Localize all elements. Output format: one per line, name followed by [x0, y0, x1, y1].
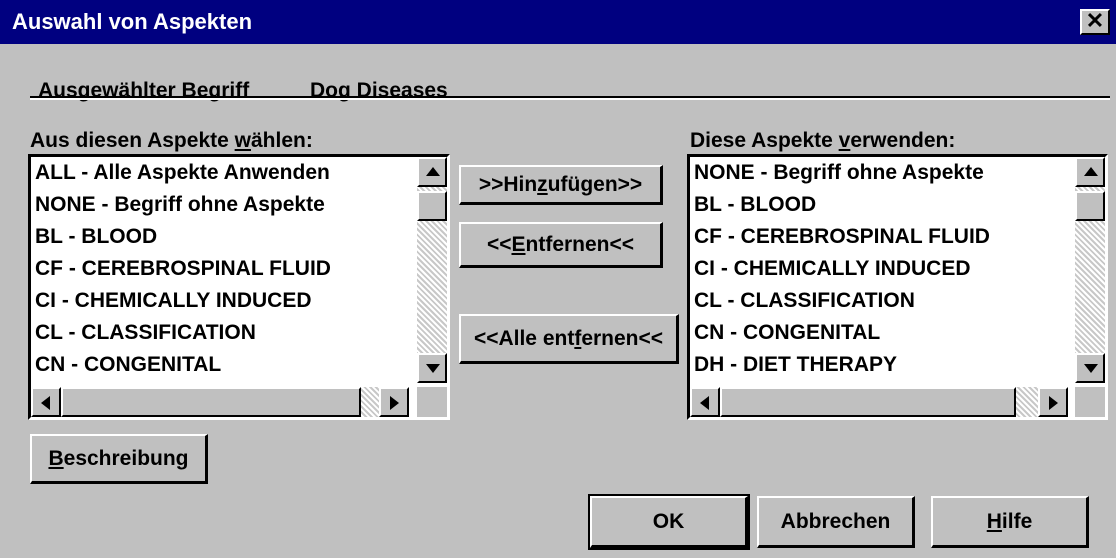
available-aspects-header: Aus diesen Aspekte wählen:: [30, 129, 313, 152]
description-button[interactable]: Beschreibung: [30, 434, 208, 484]
remove-button[interactable]: <<Entfernen<<: [459, 222, 663, 268]
scroll-right-button[interactable]: [379, 387, 409, 417]
triangle-up-icon: [426, 167, 440, 176]
title-bar: Auswahl von Aspekten ✕: [0, 0, 1116, 44]
list-item[interactable]: CI - CHEMICALLY INDUCED: [35, 285, 401, 317]
scrollbar-corner: [417, 387, 447, 417]
triangle-left-icon: [41, 396, 50, 410]
triangle-right-icon: [390, 396, 399, 410]
triangle-right-icon: [1049, 396, 1058, 410]
list-item[interactable]: CF - CEREBROSPINAL FLUID: [694, 221, 1060, 253]
available-aspects-listbox[interactable]: ALL - Alle Aspekte Anwenden NONE - Begrif…: [28, 154, 450, 420]
selected-horizontal-scrollbar[interactable]: [690, 387, 1068, 417]
scroll-up-button[interactable]: [417, 157, 447, 187]
scroll-up-button[interactable]: [1075, 157, 1105, 187]
close-button[interactable]: ✕: [1080, 9, 1110, 35]
vertical-scroll-thumb[interactable]: [1075, 191, 1105, 221]
list-item[interactable]: ALL - Alle Aspekte Anwenden: [35, 157, 401, 189]
list-item[interactable]: BL - BLOOD: [35, 221, 401, 253]
available-horizontal-scrollbar[interactable]: [31, 387, 409, 417]
scrollbar-corner: [1075, 387, 1105, 417]
list-item[interactable]: CN - CONGENITAL: [694, 317, 1060, 349]
close-icon: ✕: [1085, 8, 1105, 33]
ok-button[interactable]: OK: [588, 494, 750, 550]
scroll-left-button[interactable]: [690, 387, 720, 417]
aspect-selection-dialog: Auswahl von Aspekten ✕ Ausgewählter Begr…: [0, 0, 1116, 558]
horizontal-scroll-thumb[interactable]: [720, 387, 1016, 417]
list-item[interactable]: NONE - Begriff ohne Aspekte: [694, 157, 1060, 189]
cancel-button[interactable]: Abbrechen: [757, 496, 915, 548]
scroll-down-button[interactable]: [1075, 353, 1105, 383]
selected-aspects-listbox[interactable]: NONE - Begriff ohne Aspekte BL - BLOOD CF …: [687, 154, 1108, 420]
list-item[interactable]: CI - CHEMICALLY INDUCED: [694, 253, 1060, 285]
window-title: Auswahl von Aspekten: [12, 9, 253, 34]
selected-aspects-header: Diese Aspekte verwenden:: [690, 129, 956, 152]
list-item[interactable]: CF - CEREBROSPINAL FLUID: [35, 253, 401, 285]
list-item[interactable]: DH - DIET THERAPY: [694, 349, 1060, 381]
available-aspects-rows: ALL - Alle Aspekte Anwenden NONE - Begrif…: [35, 157, 401, 381]
help-button[interactable]: Hilfe: [931, 496, 1089, 548]
separator-highlight: [30, 98, 1110, 100]
selected-vertical-scrollbar[interactable]: [1075, 157, 1105, 383]
list-item[interactable]: CN - CONGENITAL: [35, 349, 401, 381]
remove-all-button[interactable]: <<Alle entfernen<<: [459, 314, 679, 364]
scroll-left-button[interactable]: [31, 387, 61, 417]
triangle-down-icon: [1084, 364, 1098, 373]
list-item[interactable]: CL - CLASSIFICATION: [694, 285, 1060, 317]
add-button[interactable]: >>Hinzufügen>>: [459, 165, 663, 205]
scroll-right-button[interactable]: [1038, 387, 1068, 417]
triangle-up-icon: [1084, 167, 1098, 176]
list-item[interactable]: NONE - Begriff ohne Aspekte: [35, 189, 401, 221]
selected-aspects-rows: NONE - Begriff ohne Aspekte BL - BLOOD CF …: [694, 157, 1060, 381]
vertical-scroll-thumb[interactable]: [417, 191, 447, 221]
list-item[interactable]: BL - BLOOD: [694, 189, 1060, 221]
triangle-left-icon: [700, 396, 709, 410]
triangle-down-icon: [426, 364, 440, 373]
available-vertical-scrollbar[interactable]: [417, 157, 447, 383]
scroll-down-button[interactable]: [417, 353, 447, 383]
horizontal-scroll-thumb[interactable]: [61, 387, 361, 417]
list-item[interactable]: CL - CLASSIFICATION: [35, 317, 401, 349]
